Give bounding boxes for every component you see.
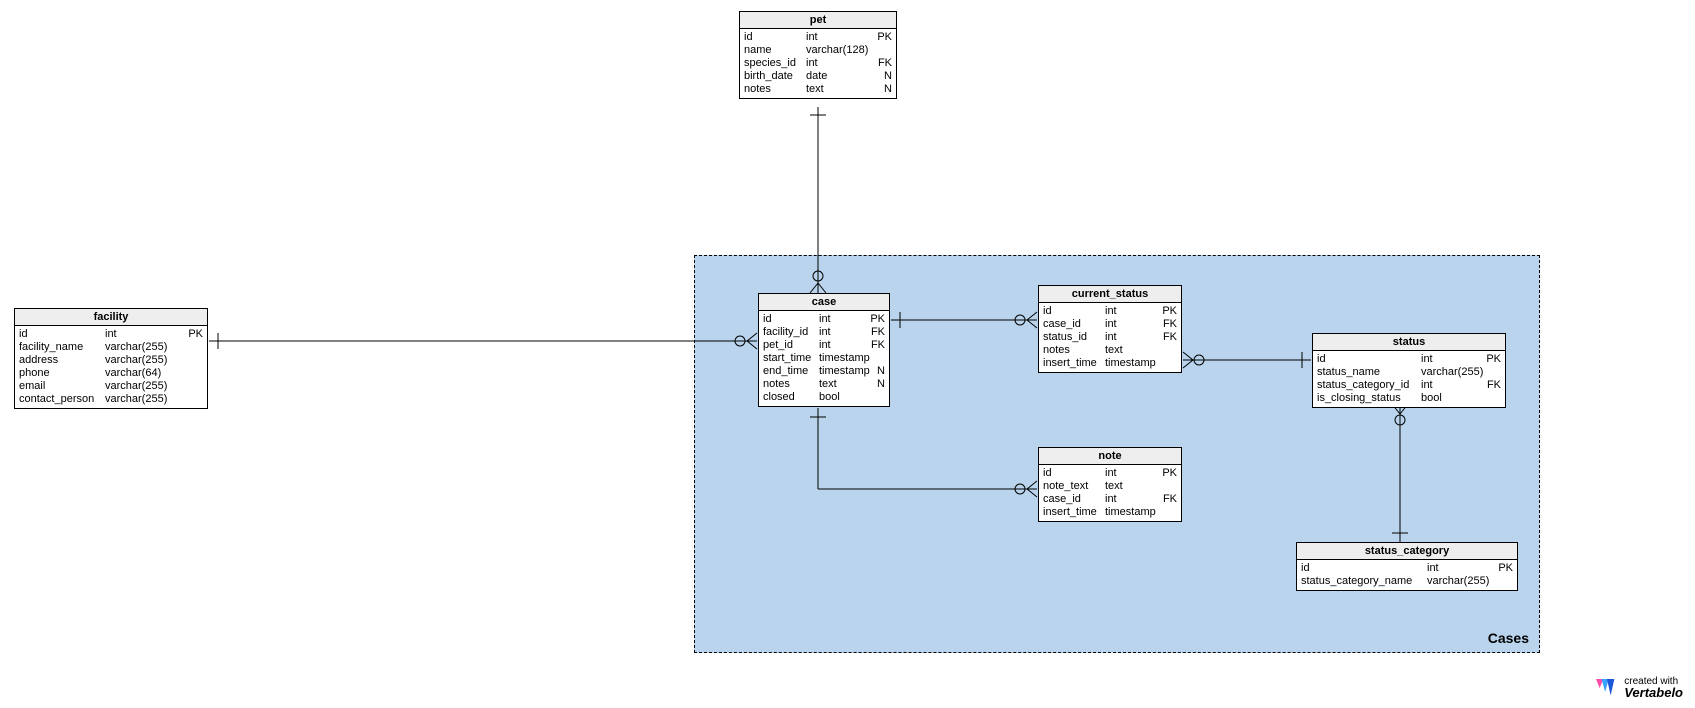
table-row: pet_idintFK	[763, 339, 885, 352]
table-row: notestextN	[744, 83, 892, 96]
entity-current-status[interactable]: current_status idintPK case_idintFK stat…	[1038, 285, 1182, 373]
entity-status[interactable]: status idintPK status_namevarchar(255) s…	[1312, 333, 1506, 408]
entity-status-category[interactable]: status_category idintPK status_category_…	[1296, 542, 1518, 591]
watermark-brand: Vertabelo	[1624, 685, 1683, 700]
region-label: Cases	[1488, 630, 1529, 646]
table-row: idintPK	[19, 328, 203, 341]
table-row: notestextN	[763, 378, 885, 391]
entity-title: status_category	[1297, 543, 1517, 560]
table-row: end_timetimestampN	[763, 365, 885, 378]
table-row: insert_timetimestamp	[1043, 357, 1177, 370]
vertabelo-logo-icon	[1596, 679, 1618, 697]
entity-note[interactable]: note idintPK note_texttext case_idintFK …	[1038, 447, 1182, 522]
table-row: case_idintFK	[1043, 318, 1177, 331]
table-row: phonevarchar(64)	[19, 367, 203, 380]
table-row: birth_datedateN	[744, 70, 892, 83]
table-row: idintPK	[1301, 562, 1513, 575]
watermark: created with Vertabelo	[1596, 676, 1683, 700]
entity-title: status	[1313, 334, 1505, 351]
table-row: idintPK	[763, 313, 885, 326]
table-row: notestext	[1043, 344, 1177, 357]
entity-title: current_status	[1039, 286, 1181, 303]
entity-pet[interactable]: pet idintPK namevarchar(128) species_idi…	[739, 11, 897, 99]
entity-body: idintPK facility_idintFK pet_idintFK sta…	[759, 311, 889, 406]
entity-title: pet	[740, 12, 896, 29]
table-row: idintPK	[1043, 467, 1177, 480]
table-row: case_idintFK	[1043, 493, 1177, 506]
entity-case[interactable]: case idintPK facility_idintFK pet_idintF…	[758, 293, 890, 407]
table-row: status_namevarchar(255)	[1317, 366, 1501, 379]
table-row: species_idintFK	[744, 57, 892, 70]
entity-body: idintPK status_category_namevarchar(255)	[1297, 560, 1517, 590]
entity-body: idintPK status_namevarchar(255) status_c…	[1313, 351, 1505, 407]
table-row: closedbool	[763, 391, 885, 404]
table-row: facility_namevarchar(255)	[19, 341, 203, 354]
table-row: insert_timetimestamp	[1043, 506, 1177, 519]
table-row: is_closing_statusbool	[1317, 392, 1501, 405]
table-row: facility_idintFK	[763, 326, 885, 339]
entity-title: note	[1039, 448, 1181, 465]
entity-body: idintPK case_idintFK status_idintFK note…	[1039, 303, 1181, 372]
table-row: idintPK	[1043, 305, 1177, 318]
table-row: addressvarchar(255)	[19, 354, 203, 367]
table-row: status_idintFK	[1043, 331, 1177, 344]
table-row: namevarchar(128)	[744, 44, 892, 57]
table-row: start_timetimestamp	[763, 352, 885, 365]
table-row: status_category_idintFK	[1317, 379, 1501, 392]
table-row: emailvarchar(255)	[19, 380, 203, 393]
table-row: idintPK	[744, 31, 892, 44]
table-row: note_texttext	[1043, 480, 1177, 493]
entity-facility[interactable]: facility idintPK facility_namevarchar(25…	[14, 308, 208, 409]
table-row: status_category_namevarchar(255)	[1301, 575, 1513, 588]
entity-body: idintPK namevarchar(128) species_idintFK…	[740, 29, 896, 98]
entity-body: idintPK note_texttext case_idintFK inser…	[1039, 465, 1181, 521]
entity-body: idintPK facility_namevarchar(255) addres…	[15, 326, 207, 408]
entity-title: case	[759, 294, 889, 311]
table-row: idintPK	[1317, 353, 1501, 366]
entity-title: facility	[15, 309, 207, 326]
table-row: contact_personvarchar(255)	[19, 393, 203, 406]
